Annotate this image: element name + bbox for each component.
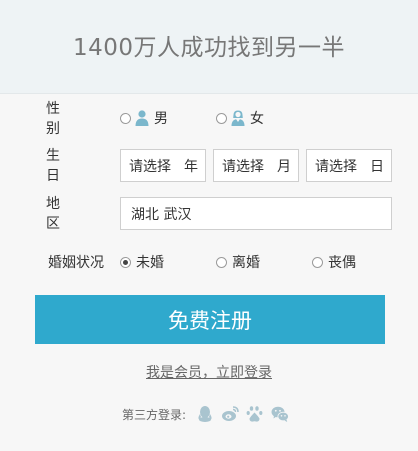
month-select[interactable]: 请选择 月 [213,149,299,182]
year-unit: 年 [184,158,198,175]
member-login-link[interactable]: 我是会员，立即登录 [146,365,272,381]
year-placeholder: 请选择 [129,158,171,175]
male-person-icon [135,110,149,126]
region-input[interactable]: 湖北 武汉 [120,197,392,230]
qq-icon[interactable] [196,405,214,423]
month-unit: 月 [277,158,291,175]
login-link-row: 我是会员，立即登录 [0,362,418,382]
third-party-login: 第三方登录: [122,404,296,424]
day-select[interactable]: 请选择 日 [306,149,392,182]
gender-label: 性别 [46,101,90,137]
page-header: 1400万人成功找到另一半 [0,0,418,94]
page-title: 1400万人成功找到另一半 [72,34,346,61]
marital-option-divorced[interactable]: 离婚 [216,252,260,272]
divorced-radio[interactable] [216,256,227,268]
weibo-icon[interactable] [221,405,239,423]
male-radio[interactable] [120,112,131,124]
region-label: 地区 [46,196,90,232]
region-value: 湖北 武汉 [131,206,192,223]
marital-label: 婚姻状况 [48,255,104,271]
marital-option-single[interactable]: 未婚 [120,252,164,272]
year-select[interactable]: 请选择 年 [120,149,206,182]
wechat-icon[interactable] [271,405,289,423]
widowed-label: 丧偶 [328,255,356,271]
divorced-label: 离婚 [232,255,260,271]
birthday-label: 生日 [46,148,90,184]
female-person-icon [231,110,245,126]
gender-option-female[interactable]: 女 [216,108,264,128]
day-placeholder: 请选择 [315,158,357,175]
male-label: 男 [154,111,168,127]
marital-row: 婚姻状况 未婚 离婚 丧偶 [0,244,418,280]
baidu-icon[interactable] [246,405,264,423]
female-label: 女 [250,111,264,127]
gender-option-male[interactable]: 男 [120,108,168,128]
widowed-radio[interactable] [312,256,323,268]
month-placeholder: 请选择 [222,158,264,175]
third-party-label: 第三方登录: [122,407,187,422]
gender-row: 性别 男 女 [0,100,418,137]
register-button[interactable]: 免费注册 [35,295,385,344]
female-radio[interactable] [216,112,227,124]
day-unit: 日 [370,158,384,175]
single-label: 未婚 [136,255,164,271]
marital-option-widowed[interactable]: 丧偶 [312,252,356,272]
single-radio[interactable] [120,256,131,268]
